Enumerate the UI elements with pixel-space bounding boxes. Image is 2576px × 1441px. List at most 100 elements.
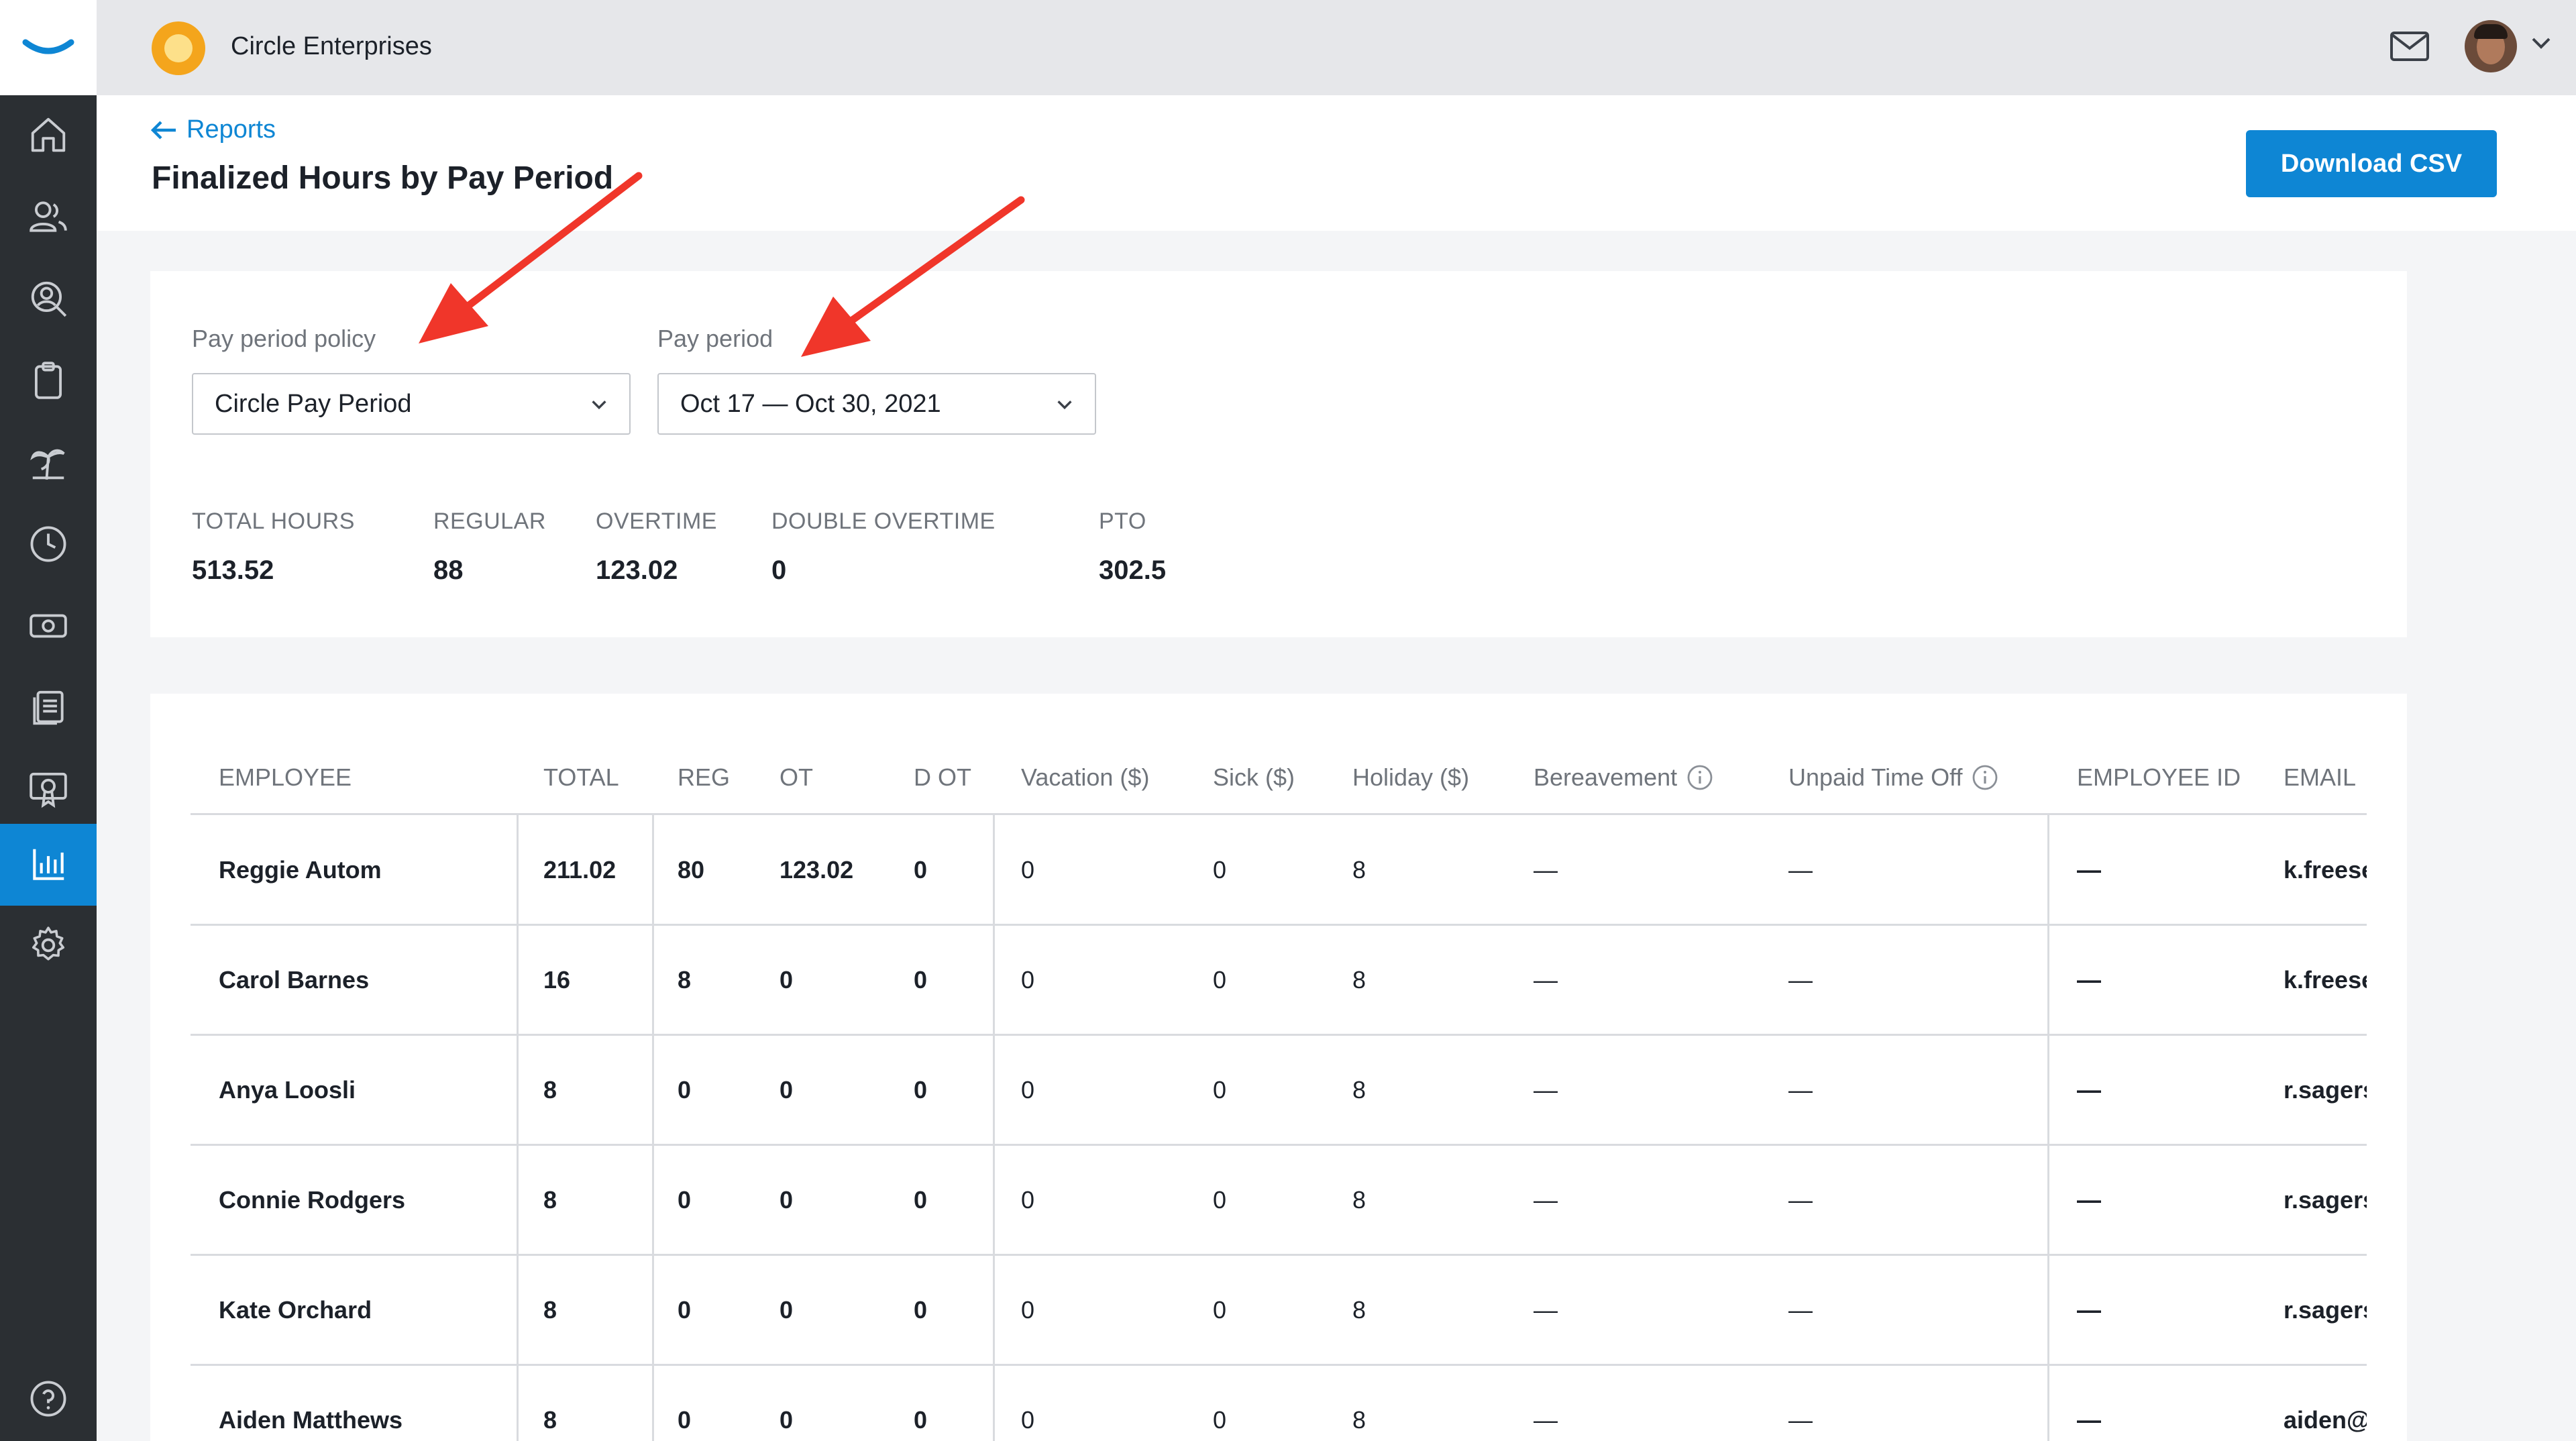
- clock-icon: [30, 526, 66, 562]
- download-csv-button[interactable]: Download CSV: [2246, 130, 2497, 197]
- table-cell: 8: [543, 1186, 557, 1214]
- nav-time[interactable]: [0, 503, 97, 585]
- column-header-label: Unpaid Time Off: [1788, 763, 1963, 791]
- table-cell: 0: [1213, 966, 1227, 994]
- column-header[interactable]: Bereavement: [1534, 763, 1713, 792]
- table-cell: —: [2077, 856, 2101, 884]
- table-cell: 0: [780, 966, 794, 994]
- table-cell: 0: [1021, 1076, 1035, 1104]
- table-cell: 8: [543, 1296, 557, 1324]
- nav-home[interactable]: [0, 94, 97, 176]
- column-header[interactable]: EMPLOYEE ID: [2077, 763, 2241, 792]
- column-header[interactable]: TOTAL: [543, 763, 619, 792]
- table-cell: 0: [1021, 1296, 1035, 1324]
- stat-pto-label: PTO: [1099, 509, 1146, 534]
- table-cell: r.sagers@: [2284, 1186, 2367, 1214]
- column-header-label: TOTAL: [543, 763, 619, 791]
- column-header-label: Bereavement: [1534, 763, 1678, 791]
- table-cell: —: [1534, 1296, 1558, 1324]
- chevron-down-icon[interactable]: [2530, 36, 2552, 51]
- pay-period-policy-select[interactable]: Circle Pay Period: [192, 373, 631, 435]
- table-cell: —: [1534, 1186, 1558, 1214]
- table-cell: 0: [1213, 1076, 1227, 1104]
- nav-tasks[interactable]: [0, 339, 97, 421]
- employee-name[interactable]: Connie Rodgers: [219, 1186, 405, 1214]
- column-header[interactable]: Vacation ($): [1021, 763, 1149, 792]
- pay-period-policy-value: Circle Pay Period: [215, 389, 412, 418]
- table-cell: —: [1788, 966, 1813, 994]
- table-cell: —: [2077, 1406, 2101, 1434]
- org-name[interactable]: Circle Enterprises: [231, 32, 432, 61]
- column-header[interactable]: Unpaid Time Off: [1788, 763, 1998, 792]
- table-cell: 0: [1021, 856, 1035, 884]
- table-cell: 0: [1213, 1186, 1227, 1214]
- org-logo: [152, 21, 205, 75]
- nav-training[interactable]: [0, 749, 97, 831]
- table-cell: 8: [1352, 966, 1366, 994]
- column-divider: [2047, 814, 2049, 1441]
- column-header[interactable]: D OT: [914, 763, 971, 792]
- employee-name[interactable]: Reggie Autom: [219, 856, 382, 884]
- column-header[interactable]: EMPLOYEE: [219, 763, 352, 792]
- brand-logo[interactable]: [0, 0, 97, 95]
- filter-card: Pay period policy Circle Pay Period Pay …: [150, 271, 2407, 637]
- nav-search-people[interactable]: [0, 258, 97, 339]
- back-link-label: Reports: [186, 115, 276, 144]
- stat-pto-value: 302.5: [1099, 555, 1167, 585]
- stat-regular-label: REGULAR: [433, 509, 546, 534]
- money-icon: [30, 614, 67, 638]
- hours-table-card: [150, 694, 2407, 1441]
- avatar[interactable]: [2465, 20, 2517, 72]
- employee-name[interactable]: Kate Orchard: [219, 1296, 372, 1324]
- table-cell: 0: [780, 1076, 794, 1104]
- table-cell: 8: [1352, 856, 1366, 884]
- table-cell: aiden@: [2284, 1406, 2367, 1434]
- table-cell: r.sagers@: [2284, 1076, 2367, 1104]
- employee-name[interactable]: Anya Loosli: [219, 1076, 356, 1104]
- table-cell: —: [1788, 1296, 1813, 1324]
- page-header: Reports Finalized Hours by Pay Period Do…: [97, 95, 2576, 231]
- column-header-label: D OT: [914, 763, 971, 791]
- table-cell: 0: [1021, 1406, 1035, 1434]
- table-cell: 0: [780, 1406, 794, 1434]
- info-icon[interactable]: [1686, 764, 1713, 791]
- stat-overtime-label: OVERTIME: [596, 509, 717, 534]
- info-icon[interactable]: [1972, 764, 1998, 791]
- stat-regular-value: 88: [433, 555, 464, 585]
- table-cell: 0: [914, 966, 928, 994]
- column-divider: [993, 814, 995, 1441]
- nav-help[interactable]: [0, 1358, 97, 1440]
- column-header[interactable]: Sick ($): [1213, 763, 1295, 792]
- nav-reports[interactable]: [0, 824, 97, 906]
- nav-people[interactable]: [0, 176, 97, 258]
- page-title: Finalized Hours by Pay Period: [152, 160, 614, 196]
- nav-payroll[interactable]: [0, 585, 97, 667]
- table-cell: 0: [678, 1296, 692, 1324]
- sidebar: [0, 0, 97, 1441]
- nav-settings[interactable]: [0, 904, 97, 986]
- column-header-label: Sick ($): [1213, 763, 1295, 791]
- top-bar: Circle Enterprises: [97, 0, 2576, 95]
- column-header[interactable]: EMAIL: [2284, 763, 2356, 792]
- employee-name[interactable]: Carol Barnes: [219, 966, 369, 994]
- documents-icon: [33, 690, 64, 725]
- table-cell: —: [1788, 856, 1813, 884]
- table-cell: 8: [678, 966, 692, 994]
- table-cell: 0: [914, 856, 928, 884]
- nav-time-off[interactable]: [0, 421, 97, 503]
- mail-icon[interactable]: [2390, 31, 2430, 62]
- employee-name[interactable]: Aiden Matthews: [219, 1406, 402, 1434]
- column-header[interactable]: REG: [678, 763, 730, 792]
- smile-logo-icon: [22, 39, 74, 54]
- table-cell: 211.02: [543, 856, 616, 884]
- table-cell: 16: [543, 966, 571, 994]
- pay-period-label: Pay period: [657, 325, 773, 352]
- column-header[interactable]: Holiday ($): [1352, 763, 1469, 792]
- nav-documents[interactable]: [0, 667, 97, 749]
- pay-period-select[interactable]: Oct 17 — Oct 30, 2021: [657, 373, 1096, 435]
- palm-tree-icon: [30, 449, 65, 480]
- table-cell: 80: [678, 856, 705, 884]
- table-cell: 0: [914, 1406, 928, 1434]
- back-to-reports-link[interactable]: Reports: [150, 115, 276, 144]
- column-header[interactable]: OT: [780, 763, 813, 792]
